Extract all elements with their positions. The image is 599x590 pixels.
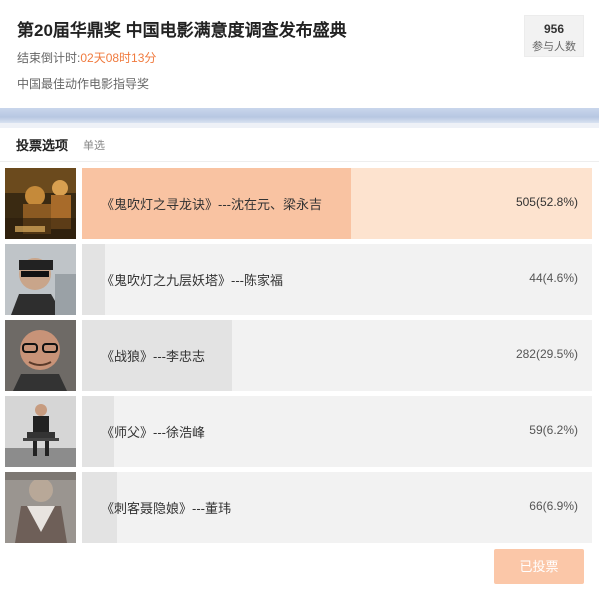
option-5-label: 《刺客聂隐娘》---董玮 xyxy=(101,501,231,516)
selection-mode: 单选 xyxy=(83,140,105,152)
option-1-bar[interactable]: 《鬼吹灯之寻龙诀》---沈在元、梁永吉 505(52.8%) xyxy=(82,168,592,239)
participants-count: 956 xyxy=(543,22,565,36)
vote-option-1[interactable]: 《鬼吹灯之寻龙诀》---沈在元、梁永吉 505(52.8%) xyxy=(5,168,592,239)
options-title: 投票选项 xyxy=(16,138,69,153)
option-3-bar[interactable]: 《战狼》---李忠志 282(29.5%) xyxy=(82,320,592,391)
award-subtitle: 中国最佳动作电影指导奖 xyxy=(17,77,150,91)
option-4-stat: 59(6.2%) xyxy=(529,423,578,437)
vote-header: 第20届华鼎奖 中国电影满意度调查发布盛典 结束倒计时:02天08时13分 中国… xyxy=(0,0,599,108)
option-2-stat: 44(4.6%) xyxy=(529,271,578,285)
option-4-label: 《师父》---徐浩峰 xyxy=(101,425,205,440)
vote-option-4[interactable]: 《师父》---徐浩峰 59(6.2%) xyxy=(5,396,592,467)
option-4-thumbnail xyxy=(5,396,76,467)
option-1-label: 《鬼吹灯之寻龙诀》---沈在元、梁永吉 xyxy=(101,197,322,212)
options-header: 投票选项 单选 xyxy=(0,128,599,162)
option-3-stat: 282(29.5%) xyxy=(515,347,578,361)
option-5-thumbnail xyxy=(5,472,76,543)
option-3-label: 《战狼》---李忠志 xyxy=(101,349,205,364)
voted-button[interactable]: 已投票 xyxy=(494,549,584,584)
option-2-thumbnail xyxy=(5,244,76,315)
decorative-band xyxy=(0,108,599,123)
option-5-bar[interactable]: 《刺客聂隐娘》---董玮 66(6.9%) xyxy=(82,472,592,543)
vote-option-3[interactable]: 《战狼》---李忠志 282(29.5%) xyxy=(5,320,592,391)
option-2-label: 《鬼吹灯之九层妖塔》---陈家福 xyxy=(101,273,283,288)
countdown-value: 02天08时13分 xyxy=(80,51,157,65)
vote-option-2[interactable]: 《鬼吹灯之九层妖塔》---陈家福 44(4.6%) xyxy=(5,244,592,315)
participants-label: 参与人数 xyxy=(532,41,576,53)
option-3-thumbnail xyxy=(5,320,76,391)
page-title: 第20届华鼎奖 中国电影满意度调查发布盛典 xyxy=(17,21,347,40)
option-4-bar[interactable]: 《师父》---徐浩峰 59(6.2%) xyxy=(82,396,592,467)
option-2-bar[interactable]: 《鬼吹灯之九层妖塔》---陈家福 44(4.6%) xyxy=(82,244,592,315)
participants-count-box: 956 参与人数 xyxy=(524,15,584,57)
option-1-stat: 505(52.8%) xyxy=(515,195,578,209)
countdown: 结束倒计时:02天08时13分 xyxy=(17,49,156,66)
countdown-label: 结束倒计时: xyxy=(17,51,81,65)
option-1-thumbnail xyxy=(5,168,76,239)
vote-option-5[interactable]: 《刺客聂隐娘》---董玮 66(6.9%) xyxy=(5,472,592,543)
option-5-stat: 66(6.9%) xyxy=(529,499,578,513)
